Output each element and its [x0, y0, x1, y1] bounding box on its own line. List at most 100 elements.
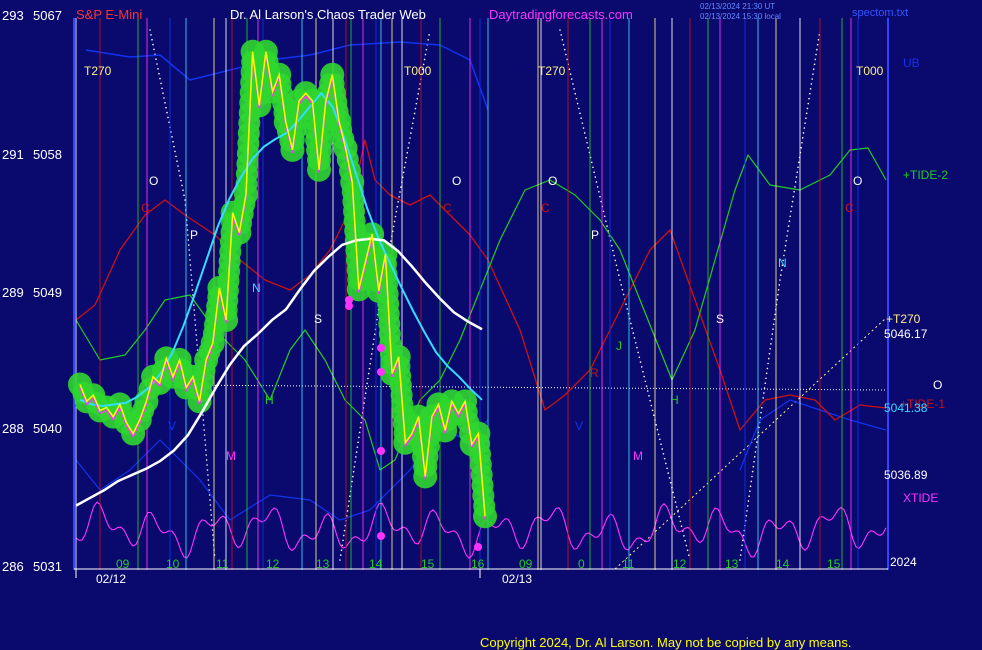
curve-dot: [668, 477, 671, 479]
curve-dot: [396, 205, 399, 208]
curve-dot: [347, 505, 350, 507]
letter-v: V: [168, 419, 176, 433]
curve-dot: [340, 549, 343, 551]
curve-dot: [793, 190, 795, 193]
curve-dot: [672, 491, 674, 494]
curve-dot: [593, 171, 595, 173]
curve-dot: [393, 220, 396, 223]
curve-dot: [659, 438, 661, 441]
curve-dot: [339, 559, 341, 561]
curve-dot: [610, 244, 613, 247]
curve-dot: [399, 191, 401, 193]
event-dot: [377, 532, 385, 540]
curve-dot: [649, 399, 651, 402]
curve-dot: [356, 446, 359, 448]
curve-dot: [366, 382, 368, 385]
curve-dot: [342, 534, 345, 537]
curve-dot: [587, 146, 590, 149]
letter-p: P: [591, 228, 599, 242]
curve-dot: [150, 34, 152, 36]
curve-dot: [183, 194, 185, 196]
curve-dot: [195, 329, 197, 331]
curve-dot: [749, 485, 752, 488]
curve-dot: [408, 142, 410, 144]
curve-dot: [206, 464, 208, 466]
curve-dot: [160, 82, 162, 85]
curve-dot: [766, 367, 769, 370]
curve-dot: [792, 195, 795, 198]
curve-dot: [650, 404, 653, 407]
curve-dot: [212, 534, 214, 536]
curve-dot: [636, 346, 638, 349]
curve-dot: [764, 382, 767, 384]
curve-dot: [622, 293, 625, 296]
chaos-chart: S&P E-Mini Dr. Al Larson's Chaos Trader …: [0, 0, 982, 650]
curve-dot: [779, 279, 781, 281]
site-link[interactable]: Daytradingforecasts.com: [489, 7, 633, 22]
curve-dot: [352, 470, 355, 473]
curve-dot: [772, 328, 774, 330]
curve-dot: [156, 63, 158, 65]
curve-dot: [178, 170, 180, 172]
curve-dot: [171, 136, 173, 138]
curve-dot: [760, 406, 763, 409]
curve-dot: [747, 500, 750, 502]
curve-dot: [763, 392, 765, 394]
curve-dot: [790, 205, 793, 208]
curve-dot: [625, 303, 627, 305]
curve-dot: [787, 225, 790, 227]
curve-dot: [580, 117, 582, 120]
curve-dot: [673, 496, 676, 499]
curve-dot: [741, 544, 743, 547]
curve-dot: [342, 539, 344, 542]
letter-c: C: [845, 201, 854, 215]
curve-dot: [651, 409, 654, 412]
curve-dot: [167, 116, 169, 119]
curve-dot: [207, 474, 209, 476]
curve-dot: [595, 181, 598, 183]
curve-dot: [685, 544, 688, 547]
curve-dot: [802, 132, 805, 134]
curve-dot: [175, 155, 177, 158]
curve-dot: [205, 454, 208, 456]
curve-dot: [787, 230, 789, 232]
curve-dot: [392, 225, 395, 228]
curve-dot: [205, 449, 207, 451]
curve-dot: [675, 506, 678, 508]
curve-dot: [769, 347, 771, 350]
curve-dot: [592, 166, 594, 169]
curve-dot: [364, 392, 367, 395]
curve-dot: [346, 510, 349, 512]
curve-dot: [196, 344, 198, 346]
curve-dot: [411, 122, 414, 125]
curve-dot: [360, 421, 362, 424]
curve-dot: [355, 456, 357, 458]
curve-dot: [771, 333, 774, 335]
curve-dot: [398, 196, 400, 198]
curve-dot: [357, 441, 359, 444]
curve-dot: [813, 63, 816, 66]
curve-dot: [805, 112, 808, 115]
curve-dot: [176, 160, 178, 162]
curve-dot: [656, 428, 659, 431]
copyright: Copyright 2024, Dr. Al Larson. May not b…: [480, 635, 851, 650]
curve-dot: [638, 356, 641, 359]
letter-c: C: [541, 201, 550, 215]
curve-dot: [754, 451, 757, 453]
curve-dot: [632, 332, 635, 334]
curve-dot: [394, 215, 397, 218]
curve-dot: [407, 147, 409, 149]
curve-dot: [746, 505, 749, 507]
curve-dot: [151, 38, 153, 41]
curve-dot: [616, 269, 619, 271]
timestamp-ut: 02/13/2024 21:30 UT: [700, 2, 775, 11]
letter-o-right: O: [933, 378, 942, 392]
curve-dot: [395, 210, 398, 213]
event-dot: [377, 368, 385, 376]
curve-dot: [753, 456, 756, 458]
curve-dot: [188, 249, 190, 251]
curve-dot: [586, 141, 588, 144]
curve-dot: [581, 122, 584, 124]
data-file-label: spectom.txt: [852, 7, 908, 19]
curve-dot: [155, 58, 157, 60]
